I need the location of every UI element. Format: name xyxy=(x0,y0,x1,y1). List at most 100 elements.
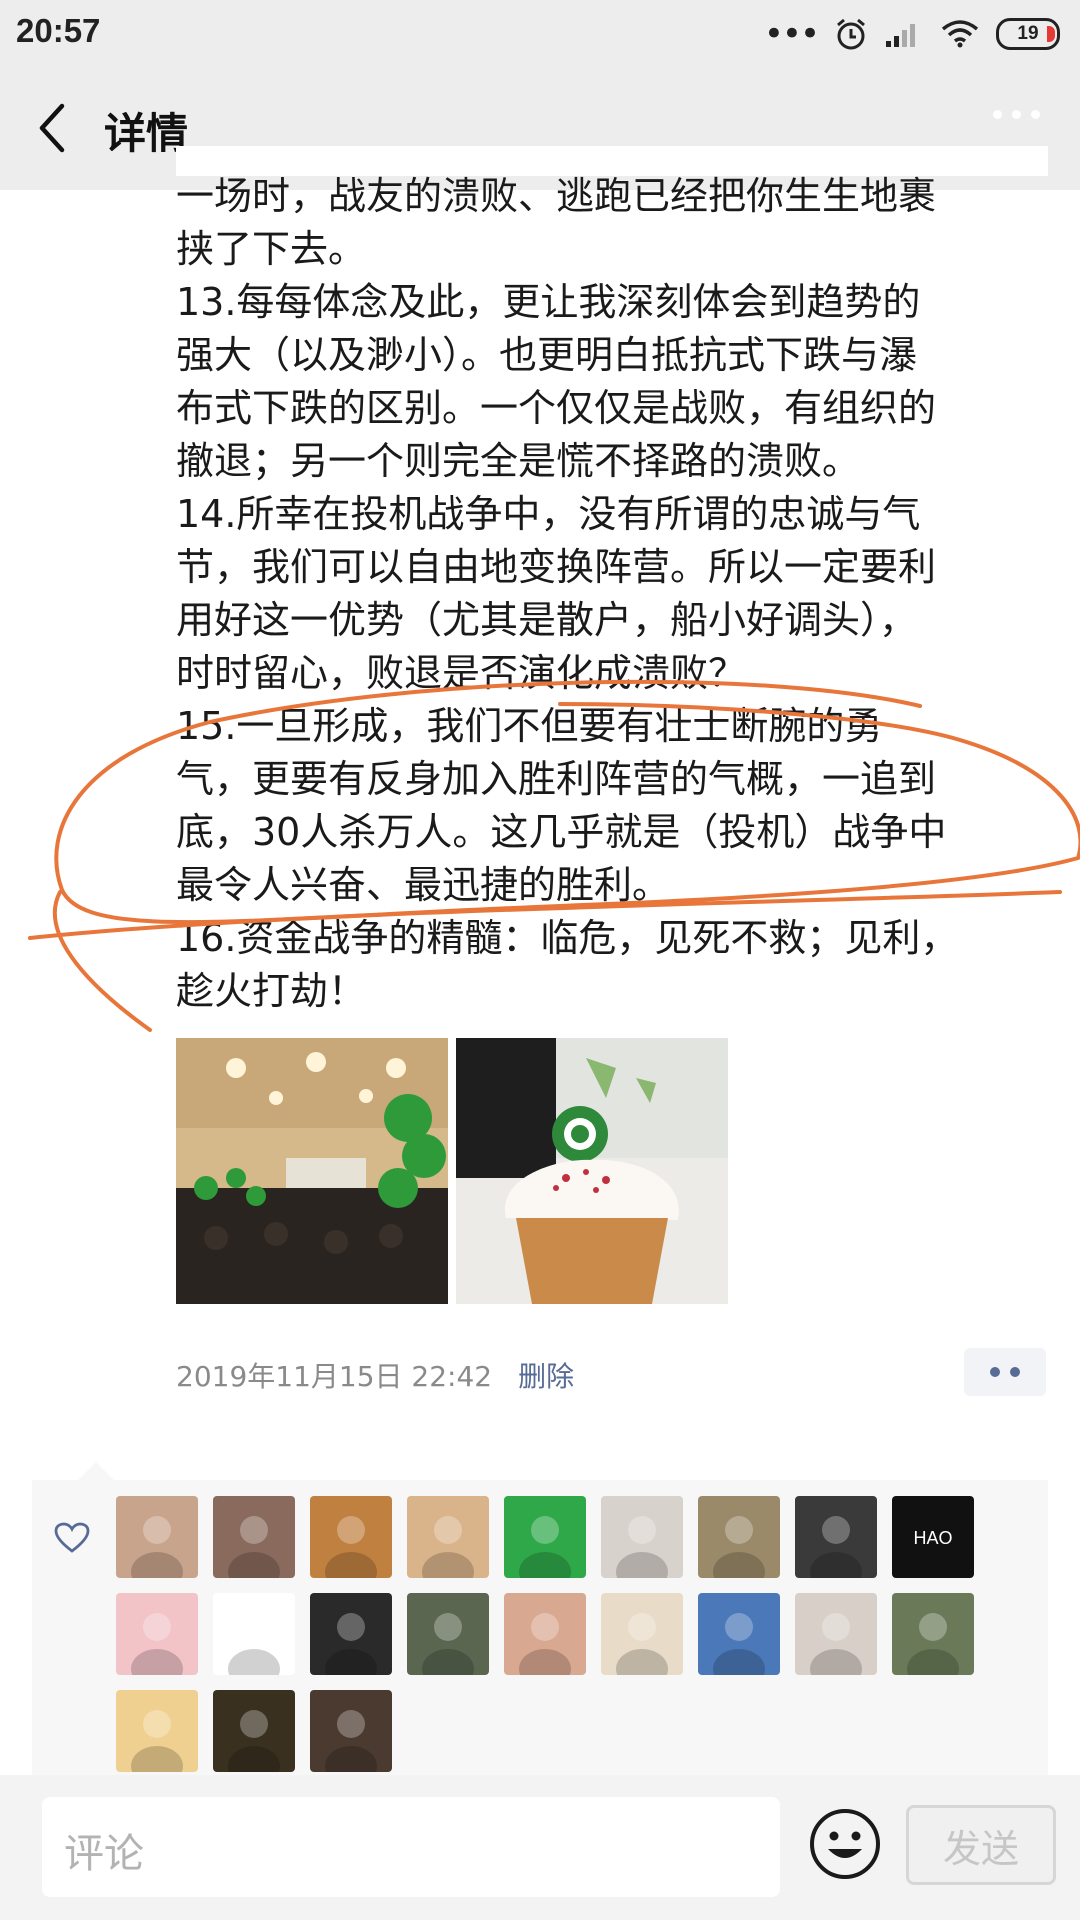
signal-icon xyxy=(886,24,915,47)
post-line: 一场时，战友的溃败、逃跑已经把你生生地裹 xyxy=(176,174,937,218)
clipped-line-mask xyxy=(176,146,1048,176)
avatar-figure-head xyxy=(434,1516,462,1544)
post-line: 底，30人杀万人。这几乎就是（投机）战争中 xyxy=(176,810,947,854)
avatar-16[interactable] xyxy=(698,1593,780,1675)
avatar-logo-text: HAO xyxy=(913,1528,952,1548)
post-line: 节，我们可以自由地变换阵营。所以一定要利 xyxy=(176,545,937,589)
like-comment-menu-button[interactable] xyxy=(964,1348,1046,1396)
likes-panel: HAO xyxy=(32,1462,1048,1775)
avatar-figure-body xyxy=(519,1649,571,1675)
status-time: 20:57 xyxy=(16,12,101,49)
avatar-image xyxy=(325,1516,377,1578)
avatar-image: HAO xyxy=(913,1528,952,1548)
avatar-image xyxy=(228,1613,280,1675)
avatar-image xyxy=(810,1516,862,1578)
avatar-figure-body xyxy=(713,1649,765,1675)
notification-dots-icon: ••• xyxy=(763,14,820,54)
avatar-image xyxy=(422,1613,474,1675)
avatar-15[interactable] xyxy=(601,1593,683,1675)
avatar-6[interactable] xyxy=(601,1496,683,1578)
post-timestamp: 2019年11月15日 22:42 xyxy=(176,1360,493,1393)
avatar-figure-head xyxy=(531,1613,559,1641)
post-meta: 2019年11月15日 22:42 删除 xyxy=(176,1355,574,1395)
more-dot-icon xyxy=(1012,110,1021,119)
avatar-image xyxy=(616,1516,668,1578)
post-line: 13.每每体念及此，更让我深刻体会到趋势的 xyxy=(176,280,921,324)
post-line: 挟了下去。 xyxy=(176,227,367,271)
avatar-figure-head xyxy=(822,1516,850,1544)
emoji-icon[interactable] xyxy=(808,1807,882,1881)
back-arrow-icon[interactable] xyxy=(30,100,80,156)
menu-dot-icon xyxy=(1010,1367,1020,1377)
comment-input[interactable]: 评论 xyxy=(42,1797,780,1897)
post-line: 强大（以及渺小）。也更明白抵抗式下跌与瀑 xyxy=(176,333,918,377)
avatar-image xyxy=(907,1613,959,1675)
avatar-figure-head xyxy=(628,1516,656,1544)
avatar-7[interactable] xyxy=(698,1496,780,1578)
avatar-figure-body xyxy=(131,1552,183,1578)
more-dot-icon xyxy=(993,110,1002,119)
avatar-image xyxy=(713,1516,765,1578)
more-dot-icon xyxy=(1031,110,1040,119)
post-line: 15.一旦形成，我们不但要有壮士断腕的勇 xyxy=(176,704,883,748)
avatar-8[interactable] xyxy=(795,1496,877,1578)
avatar-figure-head xyxy=(531,1516,559,1544)
avatar-5[interactable] xyxy=(504,1496,586,1578)
avatar-image xyxy=(519,1516,571,1578)
avatar-20[interactable] xyxy=(213,1690,295,1772)
wifi-icon xyxy=(941,20,979,48)
avatar-21[interactable] xyxy=(310,1690,392,1772)
avatar-figure-body xyxy=(422,1649,474,1675)
avatar-14[interactable] xyxy=(504,1593,586,1675)
avatar-figure-head xyxy=(919,1613,947,1641)
avatar-figure-body xyxy=(422,1552,474,1578)
avatar-figure-head xyxy=(143,1710,171,1738)
avatar-image xyxy=(131,1613,183,1675)
post-line: 16.资金战争的精髓：临危，见死不救；见利， xyxy=(176,916,959,960)
avatar-3[interactable] xyxy=(310,1496,392,1578)
avatar-figure-head xyxy=(822,1613,850,1641)
avatar-figure-head xyxy=(725,1613,753,1641)
avatar-19[interactable] xyxy=(116,1690,198,1772)
avatar-11[interactable] xyxy=(213,1593,295,1675)
avatar-1[interactable] xyxy=(116,1496,198,1578)
avatar-figure-body xyxy=(907,1649,959,1675)
send-button[interactable]: 发送 xyxy=(906,1805,1056,1885)
avatar-figure-body xyxy=(228,1552,280,1578)
post-line: 气，更要有反身加入胜利阵营的气概，一追到 xyxy=(176,757,937,801)
avatar-figure-body xyxy=(131,1746,183,1772)
avatar-13[interactable] xyxy=(407,1593,489,1675)
avatar-image xyxy=(131,1710,183,1772)
avatar-figure-head xyxy=(240,1516,268,1544)
avatar-figure-body xyxy=(616,1552,668,1578)
cupcake-image xyxy=(456,1038,728,1304)
avatar-17[interactable] xyxy=(795,1593,877,1675)
more-options-button[interactable] xyxy=(993,110,1040,119)
avatar-18[interactable] xyxy=(892,1593,974,1675)
avatar-figure-head xyxy=(725,1516,753,1544)
avatar-figure-body xyxy=(713,1552,765,1578)
post-line: 撤退；另一个则完全是慌不择路的溃败。 xyxy=(176,439,861,483)
avatar-figure-head xyxy=(143,1516,171,1544)
avatar-image xyxy=(228,1516,280,1578)
avatar-12[interactable] xyxy=(310,1593,392,1675)
avatar-figure-head xyxy=(628,1613,656,1641)
post-line: 时时留心，败退是否演化成溃败？ xyxy=(176,651,747,695)
delete-link[interactable]: 删除 xyxy=(518,1355,574,1395)
battery-level: 19 xyxy=(1017,23,1039,44)
avatar-9[interactable]: HAO xyxy=(892,1496,974,1578)
avatar-figure-head xyxy=(240,1710,268,1738)
comment-bar: 评论 发送 xyxy=(0,1775,1080,1920)
avatar-image xyxy=(325,1613,377,1675)
post-line: 用好这一优势（尤其是散户，船小好调头）， xyxy=(176,598,918,642)
avatar-4[interactable] xyxy=(407,1496,489,1578)
avatar-2[interactable] xyxy=(213,1496,295,1578)
avatar-figure-body xyxy=(810,1649,862,1675)
avatar-figure-body xyxy=(810,1552,862,1578)
avatar-figure-head xyxy=(337,1516,365,1544)
avatar-10[interactable] xyxy=(116,1593,198,1675)
post-line: 布式下跌的区别。一个仅仅是战败，有组织的 xyxy=(176,386,937,430)
alarm-icon xyxy=(837,18,865,50)
conference-hall-photo[interactable] xyxy=(176,1038,448,1304)
cupcake-photo[interactable] xyxy=(456,1038,728,1304)
